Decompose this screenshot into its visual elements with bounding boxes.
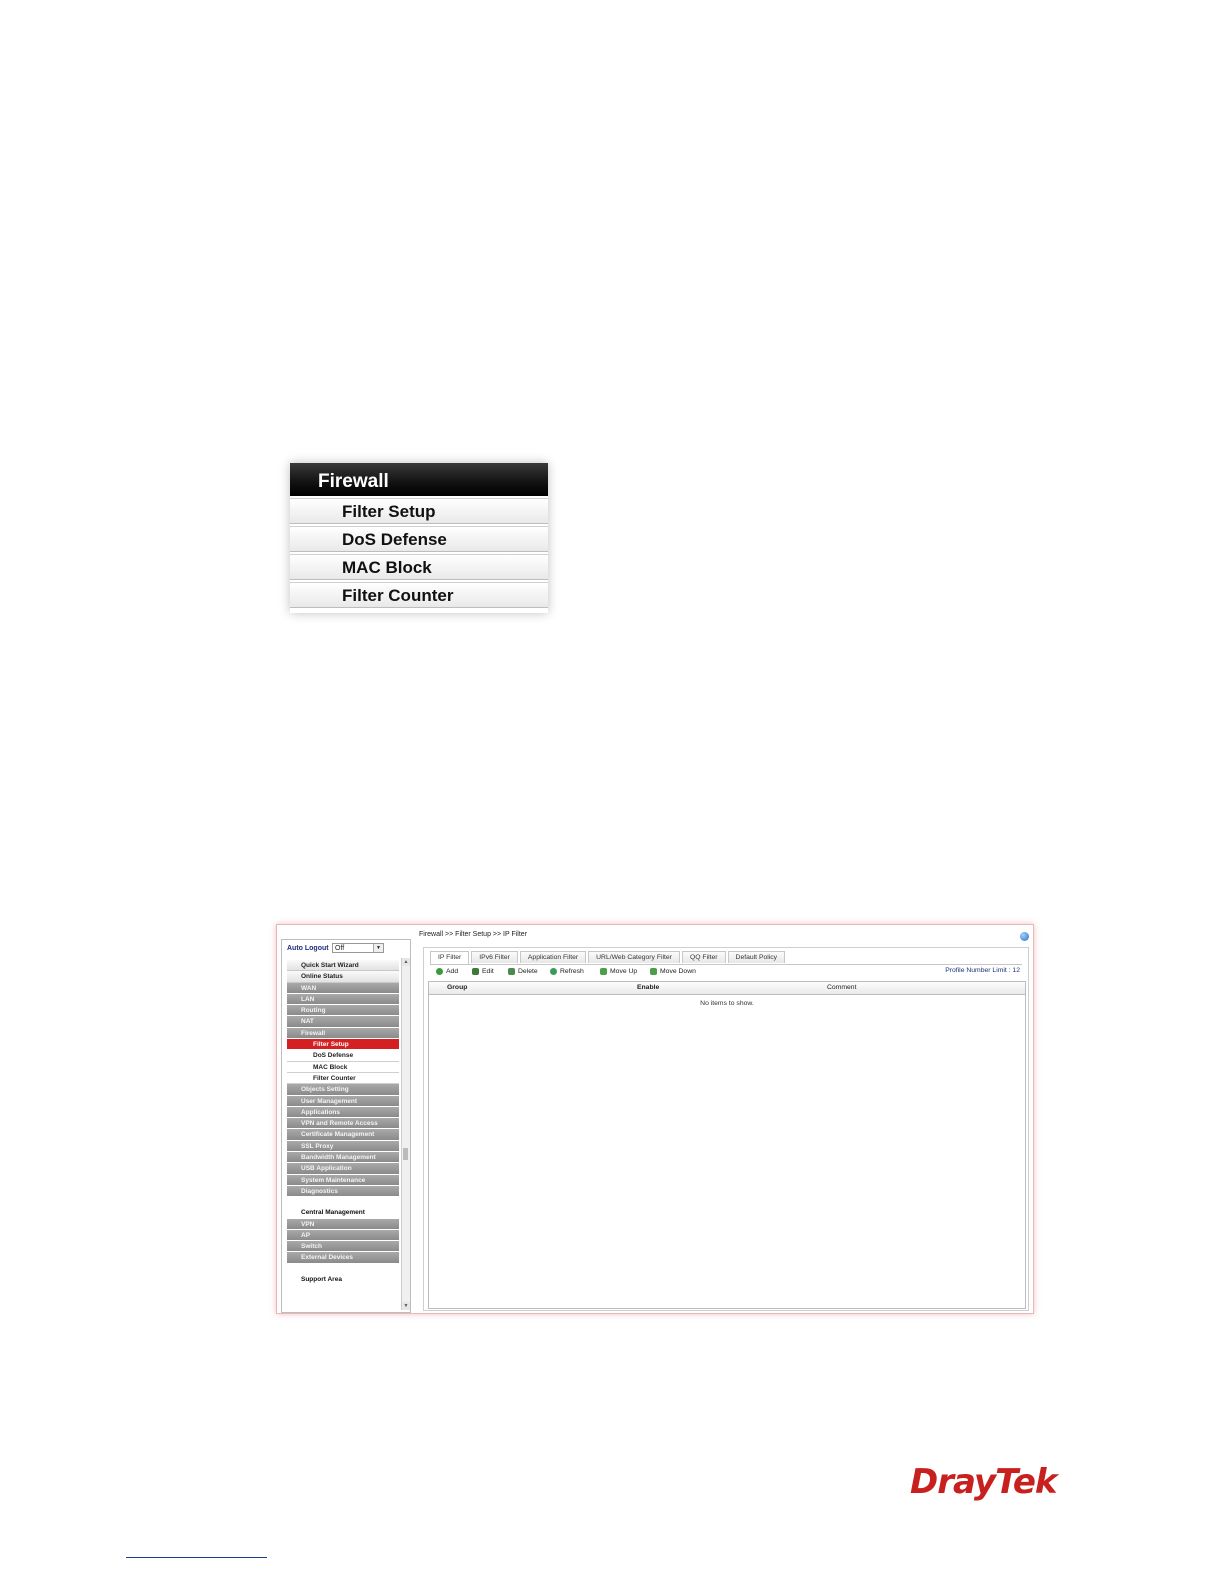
move-up-label: Move Up [610, 968, 638, 975]
scrollbar-thumb[interactable] [403, 1148, 408, 1160]
menu-item-filter-setup[interactable]: Filter Setup [290, 498, 548, 524]
sidebar-item-quick-start-wizard[interactable]: Quick Start Wizard [287, 960, 399, 972]
chevron-down-icon[interactable]: ▼ [373, 944, 383, 952]
menu-item-mac-block[interactable]: MAC Block [290, 554, 548, 580]
tab-bar: IP Filter IPv6 Filter Application Filter… [430, 951, 787, 964]
edit-icon [472, 968, 479, 975]
scroll-up-icon[interactable]: ▲ [402, 958, 410, 966]
refresh-button[interactable]: Refresh [550, 968, 584, 975]
sidebar-item-nat[interactable]: NAT [287, 1016, 399, 1028]
menu-item-dos-defense[interactable]: DoS Defense [290, 526, 548, 552]
tab-ipv6-filter[interactable]: IPv6 Filter [471, 951, 518, 963]
sidebar-item-vpn[interactable]: VPN [287, 1218, 399, 1230]
tab-url-web-category-filter[interactable]: URL/Web Category Filter [588, 951, 680, 963]
sidebar-item-external-devices[interactable]: External Devices [287, 1252, 399, 1264]
column-enable[interactable]: Enable [637, 984, 659, 991]
sidebar-item-certificate-management[interactable]: Certificate Management [287, 1129, 399, 1141]
tab-default-policy[interactable]: Default Policy [727, 951, 786, 963]
tab-application-filter[interactable]: Application Filter [519, 951, 587, 963]
arrow-down-icon [650, 968, 657, 975]
sidebar: Auto Logout Off ▼ Quick Start Wizard Onli… [281, 939, 411, 1313]
sidebar-item-filter-counter[interactable]: Filter Counter [287, 1072, 399, 1085]
sidebar-menu: Quick Start Wizard Online Status WAN LAN Rou… [287, 960, 399, 1286]
trash-icon [508, 968, 515, 975]
sidebar-item-online-status[interactable]: Online Status [287, 971, 399, 983]
profile-number-limit: Profile Number Limit : 12 [945, 967, 1020, 974]
sidebar-item-ap[interactable]: AP [287, 1229, 399, 1242]
auto-logout-select[interactable]: Off ▼ [332, 943, 384, 953]
sidebar-item-system-maintenance[interactable]: System Maintenance [287, 1174, 399, 1186]
add-button[interactable]: Add [436, 968, 458, 975]
arrow-up-icon [600, 968, 607, 975]
sidebar-item-filter-setup[interactable]: Filter Setup [287, 1039, 399, 1051]
firewall-menu-image: Firewall Filter Setup DoS Defense MAC Bl… [290, 463, 548, 613]
sidebar-item-objects-setting[interactable]: Objects Setting [287, 1084, 399, 1096]
auto-logout-value: Off [335, 945, 345, 952]
toolbar: Add Edit Delete Refresh Move Up Move Dow… [430, 964, 1022, 979]
sidebar-item-vpn-and-remote-access[interactable]: VPN and Remote Access [287, 1118, 399, 1130]
column-comment[interactable]: Comment [827, 984, 856, 991]
sidebar-item-switch[interactable]: Switch [287, 1241, 399, 1253]
sidebar-spacer [287, 1263, 399, 1274]
tab-qq-filter[interactable]: QQ Filter [681, 951, 726, 963]
move-down-label: Move Down [660, 968, 696, 975]
empty-message: No items to show. [700, 1000, 754, 1007]
draytek-logo: DrayTek [910, 1462, 1058, 1502]
sidebar-item-dos-defense[interactable]: DoS Defense [287, 1050, 399, 1062]
sidebar-item-support-area[interactable]: Support Area [287, 1273, 399, 1286]
logo-part-tek: Tek [995, 1462, 1057, 1502]
filter-table: Group Enable Comment No items to show. [428, 981, 1026, 1309]
sidebar-item-bandwidth-management[interactable]: Bandwidth Management [287, 1152, 399, 1164]
refresh-icon [550, 968, 557, 975]
sidebar-item-wan[interactable]: WAN [287, 982, 399, 994]
edit-button[interactable]: Edit [472, 968, 494, 975]
edit-label: Edit [482, 968, 494, 975]
sidebar-item-firewall[interactable]: Firewall [287, 1027, 399, 1040]
delete-button[interactable]: Delete [508, 968, 538, 975]
delete-label: Delete [518, 968, 538, 975]
filter-panel: IP Filter IPv6 Filter Application Filter… [423, 947, 1029, 1311]
add-icon [436, 968, 443, 975]
sidebar-item-routing[interactable]: Routing [287, 1005, 399, 1017]
footer-divider [126, 1557, 267, 1558]
sidebar-item-diagnostics[interactable]: Diagnostics [287, 1185, 399, 1198]
add-label: Add [446, 968, 459, 975]
move-up-button[interactable]: Move Up [600, 968, 637, 975]
sidebar-item-user-management[interactable]: User Management [287, 1095, 399, 1107]
sidebar-item-ssl-proxy[interactable]: SSL Proxy [287, 1140, 399, 1153]
sidebar-spacer [287, 1197, 399, 1208]
menu-item-filter-counter[interactable]: Filter Counter [290, 582, 548, 608]
sidebar-scrollbar[interactable]: ▲ ▼ [401, 958, 410, 1310]
sidebar-item-lan[interactable]: LAN [287, 993, 399, 1006]
sidebar-item-central-management[interactable]: Central Management [287, 1207, 399, 1219]
globe-icon[interactable] [1020, 932, 1029, 941]
logo-part-dray: Dray [910, 1462, 996, 1502]
scroll-down-icon[interactable]: ▼ [402, 1302, 410, 1310]
column-group[interactable]: Group [447, 984, 467, 991]
move-down-button[interactable]: Move Down [650, 968, 696, 975]
sidebar-item-applications[interactable]: Applications [287, 1106, 399, 1119]
breadcrumb: Firewall >> Filter Setup >> IP Filter [419, 931, 528, 938]
auto-logout-label: Auto Logout [287, 945, 329, 952]
table-header: Group Enable Comment [429, 982, 1025, 995]
sidebar-item-usb-application[interactable]: USB Application [287, 1163, 399, 1175]
main-content: Firewall >> Filter Setup >> IP Filter IP… [417, 929, 1031, 1311]
refresh-label: Refresh [560, 968, 584, 975]
sidebar-item-mac-block[interactable]: MAC Block [287, 1061, 399, 1073]
firewall-menu-header[interactable]: Firewall [290, 463, 548, 496]
tab-ip-filter[interactable]: IP Filter [430, 951, 470, 964]
router-ui-screenshot: Auto Logout Off ▼ Quick Start Wizard Onli… [276, 924, 1034, 1314]
